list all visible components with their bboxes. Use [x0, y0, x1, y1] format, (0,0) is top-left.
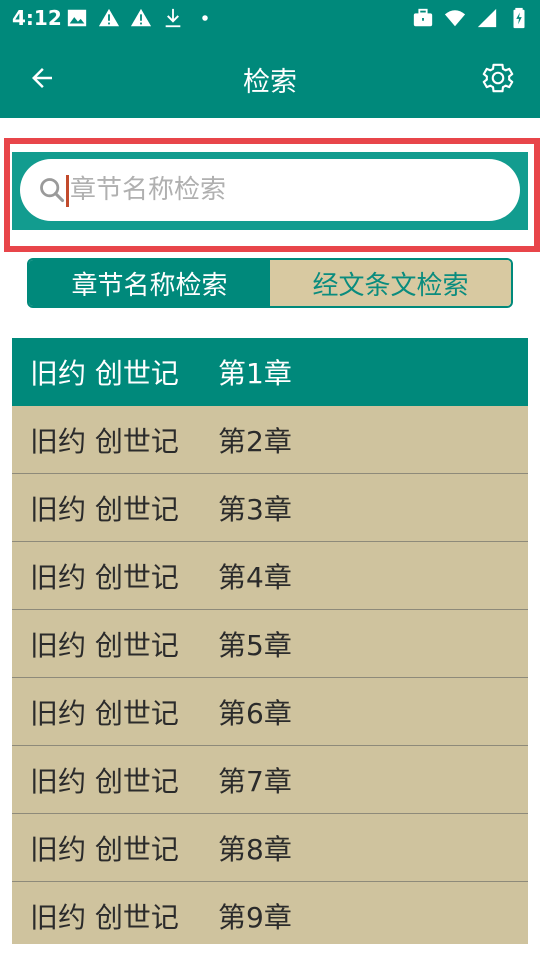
chapter-row[interactable]: 旧约 创世记 第8章 — [12, 814, 528, 882]
warning-icon — [130, 8, 152, 27]
text-cursor — [66, 175, 69, 207]
chapter-book-label: 旧约 创世记 — [30, 764, 179, 798]
image-icon — [67, 9, 87, 27]
search-mode-toggle: 章节名称检索 经文条文检索 — [27, 258, 513, 308]
tab-scripture-text-search[interactable]: 经文条文检索 — [270, 260, 511, 306]
search-icon — [40, 178, 65, 203]
chapter-row[interactable]: 旧约 创世记 第3章 — [12, 474, 528, 542]
chapter-book-label: 旧约 创世记 — [30, 424, 179, 458]
chapter-book-label: 旧约 创世记 — [30, 832, 179, 866]
chapter-row[interactable]: 旧约 创世记 第5章 — [12, 610, 528, 678]
briefcase-icon — [413, 8, 433, 27]
chapter-row[interactable]: 旧约 创世记 第1章 — [12, 338, 528, 406]
app-bar: 检索 — [0, 38, 540, 118]
chapter-row[interactable]: 旧约 创世记 第9章 — [12, 882, 528, 944]
settings-button[interactable] — [478, 58, 518, 98]
chapter-number-label: 第9章 — [218, 900, 292, 934]
warning-icon — [98, 8, 120, 27]
signal-icon — [477, 8, 497, 28]
chapter-number-label: 第7章 — [218, 764, 292, 798]
chapter-row[interactable]: 旧约 创世记 第7章 — [12, 746, 528, 814]
chapter-number-label: 第5章 — [218, 628, 292, 662]
chapter-list: 旧约 创世记 第1章 旧约 创世记 第2章 旧约 创世记 第3章 旧约 创世记 … — [12, 338, 528, 944]
chapter-number-label: 第3章 — [218, 492, 292, 526]
gear-icon — [482, 63, 514, 93]
chapter-book-label: 旧约 创世记 — [30, 492, 179, 526]
chapter-book-label: 旧约 创世记 — [30, 628, 179, 662]
chapter-book-label: 旧约 创世记 — [30, 696, 179, 730]
chapter-number-label: 第4章 — [218, 560, 292, 594]
chapter-row[interactable]: 旧约 创世记 第6章 — [12, 678, 528, 746]
chapter-number-label: 第2章 — [218, 424, 292, 458]
chapter-row[interactable]: 旧约 创世记 第2章 — [12, 406, 528, 474]
chapter-number-label: 第6章 — [218, 696, 292, 730]
notification-dot-icon — [202, 15, 208, 21]
tab-chapter-name-search[interactable]: 章节名称检索 — [29, 260, 270, 306]
chapter-book-label: 旧约 创世记 — [30, 560, 179, 594]
status-time: 4:12 — [12, 6, 62, 30]
battery-icon — [513, 7, 525, 29]
wifi-icon — [444, 10, 466, 27]
page-title: 检索 — [243, 67, 297, 98]
chapter-book-label: 旧约 创世记 — [30, 356, 179, 390]
chapter-row[interactable]: 旧约 创世记 第4章 — [12, 542, 528, 610]
chapter-number-label: 第1章 — [218, 356, 292, 390]
chapter-number-label: 第8章 — [218, 832, 292, 866]
download-icon — [165, 8, 181, 28]
status-bar: 4:12 — [0, 0, 540, 38]
search-input[interactable] — [70, 168, 490, 212]
chapter-book-label: 旧约 创世记 — [30, 900, 179, 934]
